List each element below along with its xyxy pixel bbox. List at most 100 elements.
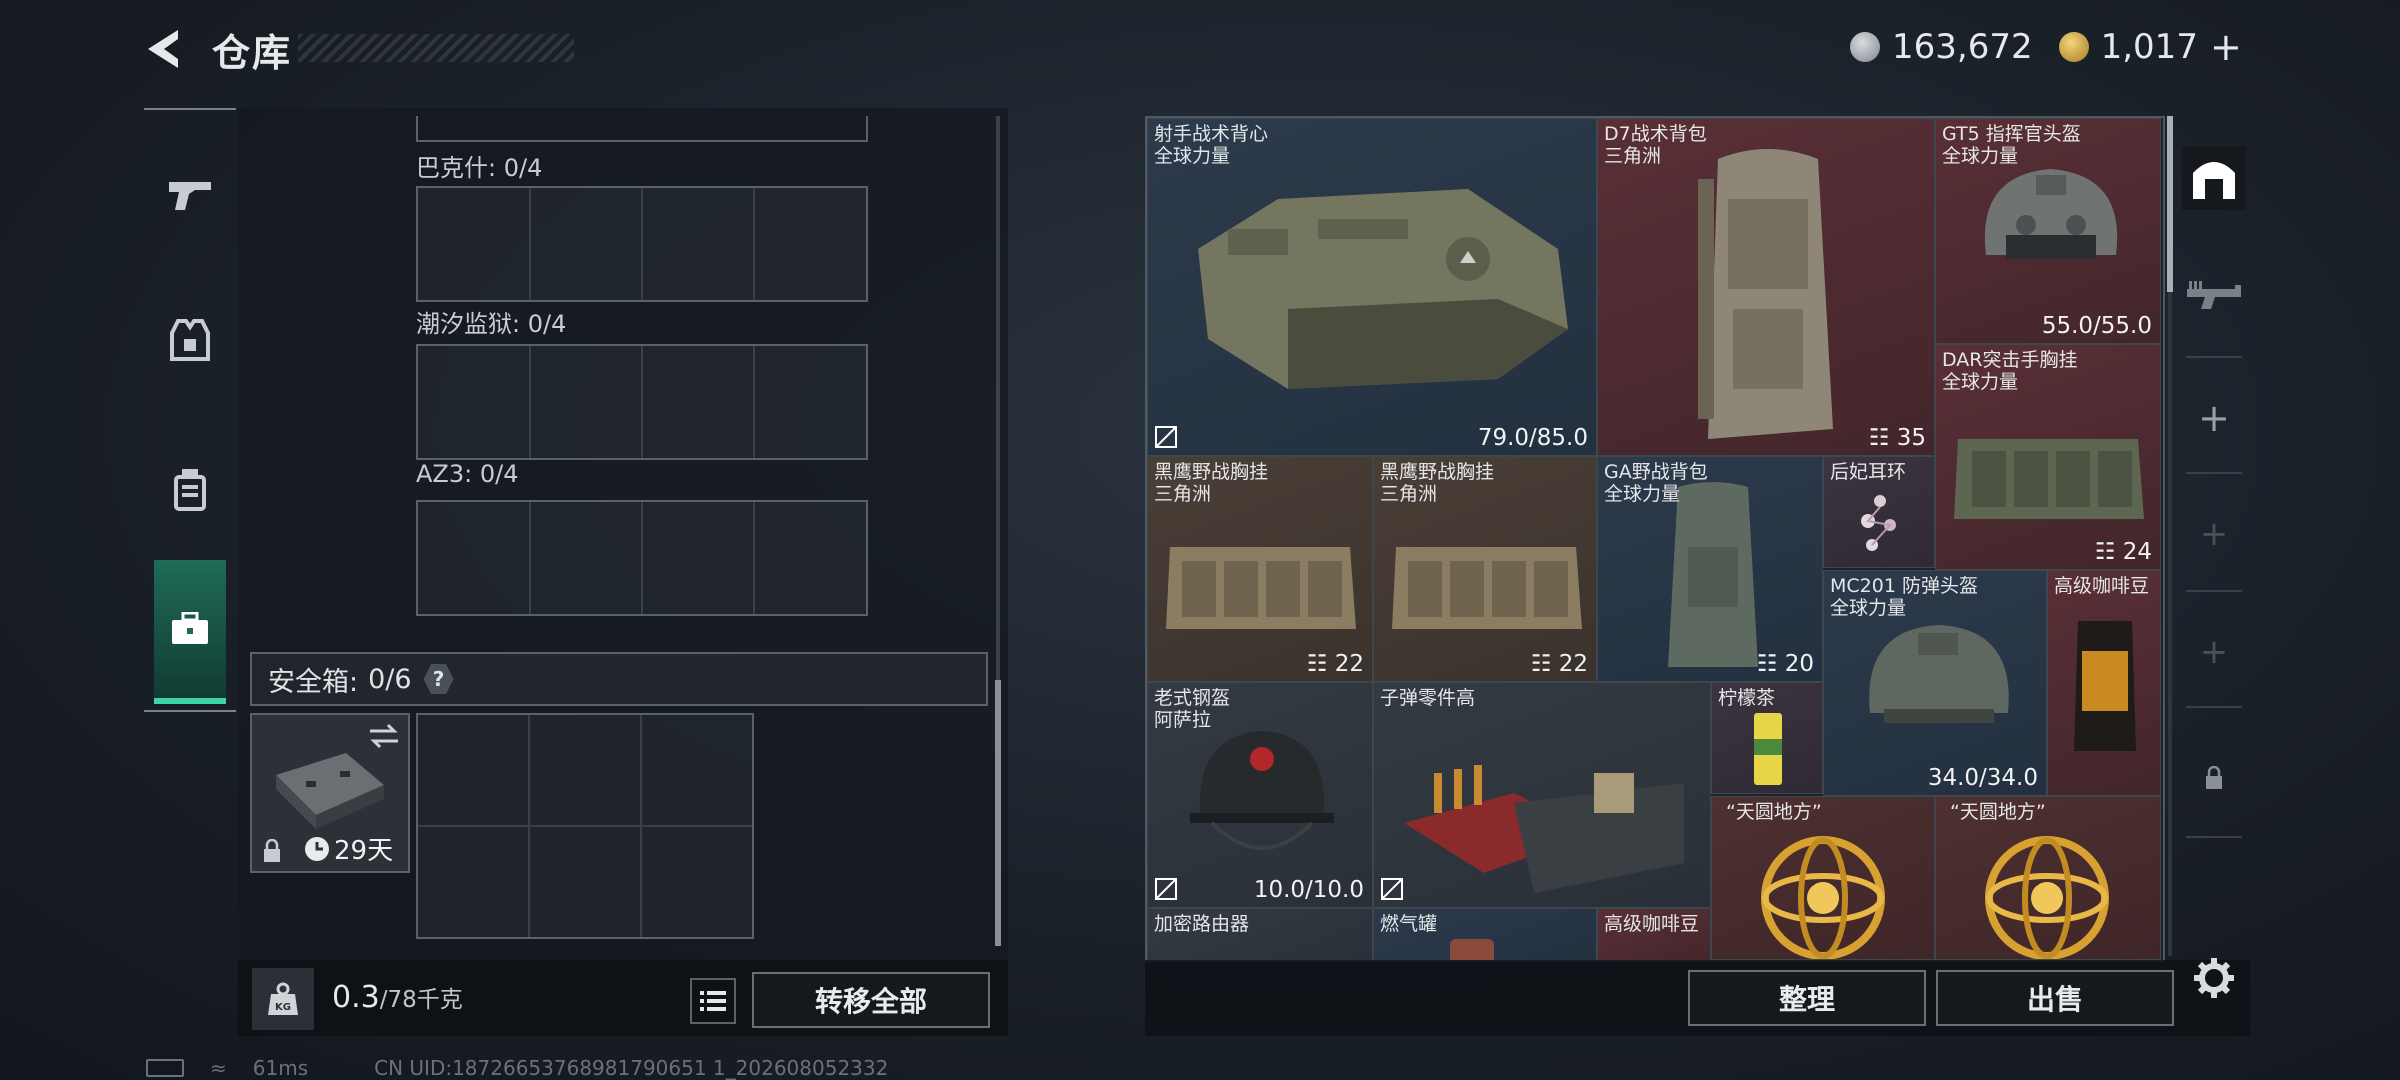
tab-gear[interactable] <box>154 276 226 406</box>
item-durability: 34.0/34.0 <box>1927 765 2038 791</box>
transfer-all-button[interactable]: 转移全部 <box>752 972 990 1028</box>
lock-icon <box>2206 766 2222 789</box>
weight-badge: KG <box>252 968 314 1030</box>
slot-divider <box>2186 706 2242 708</box>
inventory-item[interactable]: GT5 指挥官头盔 全球力量 55.0/55.0 <box>1935 118 2161 344</box>
safe-box-header: 安全箱: 0/6 ? <box>250 652 988 706</box>
weight-capacity: /78千克 <box>379 987 463 1013</box>
inventory-item[interactable]: 高级咖啡豆 <box>2047 570 2161 796</box>
canister-icon <box>174 469 206 511</box>
back-arrow-icon <box>148 30 178 68</box>
inventory-item[interactable]: 燃气罐 <box>1373 908 1597 960</box>
box-label-bakesh: 巴克什: 0/4 <box>416 154 543 182</box>
page-title: 仓库 <box>212 31 293 75</box>
inventory-item[interactable]: 黑鹰野战胸挂 三角洲 ☷ 22 <box>1373 456 1597 682</box>
item-name: DAR突击手胸挂 全球力量 <box>1942 349 2078 393</box>
back-button[interactable] <box>142 26 188 72</box>
silver-coin-icon <box>1850 32 1880 62</box>
container-slot-weapon[interactable] <box>2182 264 2246 328</box>
sell-button[interactable]: 出售 <box>1936 970 2174 1026</box>
help-button[interactable]: ? <box>423 664 454 694</box>
inventory-item[interactable]: GA野战背包 全球力量 ☷ 20 <box>1597 456 1823 682</box>
item-name: 加密路由器 <box>1154 913 1250 935</box>
add-slot-button-disabled: + <box>2199 514 2229 554</box>
uid-text: CN UID:18726653768981790651 1_2026080523… <box>374 1056 889 1080</box>
box-label-tide-prison: 潮汐监狱: 0/4 <box>416 310 567 338</box>
slot-divider <box>2186 472 2242 474</box>
no-insure-icon <box>1381 878 1403 900</box>
tab-safe-box[interactable] <box>154 560 226 704</box>
inventory-item[interactable]: DAR突击手胸挂 全球力量 ☷ 24 <box>1935 344 2161 570</box>
inventory-item[interactable]: 加密路由器 <box>1147 908 1373 960</box>
item-name: 高级咖啡豆 <box>1604 913 1700 935</box>
item-name: D7战术背包 三角洲 <box>1604 123 1707 167</box>
helmet-image <box>1869 625 2009 723</box>
armillary-sphere-image <box>1761 836 1885 959</box>
weight-readout: 0.3/78千克 <box>332 980 463 1015</box>
box-grid-az3[interactable] <box>416 500 868 616</box>
steel-helmet-image <box>1190 731 1334 850</box>
item-name: 黑鹰野战胸挂 三角洲 <box>1380 461 1495 505</box>
duffel-backpack-image <box>1668 482 1758 667</box>
item-name: 燃气罐 <box>1380 913 1438 935</box>
inventory-item[interactable]: “天圆地方” <box>1711 796 1935 960</box>
item-count: ☷ 24 <box>2094 539 2152 565</box>
house-safe-icon <box>2193 162 2235 199</box>
item-durability: 10.0/10.0 <box>1253 877 1364 903</box>
settings-button[interactable] <box>2182 946 2246 1010</box>
item-name: 后妃耳环 <box>1830 461 1907 483</box>
sidebar-bottom-divider <box>144 710 236 712</box>
safe-timer-text: 29天 <box>334 836 394 866</box>
safe-box-grid[interactable] <box>416 713 754 939</box>
inventory-item[interactable]: 黑鹰野战胸挂 三角洲 ☷ 22 <box>1147 456 1373 682</box>
inventory-item[interactable]: “天圆地方” <box>1935 796 2161 960</box>
inventory-item[interactable]: 后妃耳环 <box>1823 456 1935 568</box>
chest-rig-image <box>1954 439 2144 519</box>
currency-bar: 163,672 1,017 + <box>1850 24 2270 70</box>
lemon-tea-image <box>1754 713 1782 785</box>
inventory-item[interactable]: 射手战术背心 全球力量 79.0/85.0 <box>1147 118 1597 456</box>
inventory-item[interactable]: 柠檬茶 <box>1711 682 1823 794</box>
grid-line <box>418 825 752 827</box>
inventory-item[interactable]: 老式钢盔 阿萨拉 10.0/10.0 <box>1147 682 1373 908</box>
add-slot-button[interactable]: + <box>2182 386 2246 450</box>
safe-box-item[interactable]: 29天 <box>250 713 410 873</box>
item-name: GT5 指挥官头盔 全球力量 <box>1942 123 2081 167</box>
no-insure-icon <box>1155 878 1177 900</box>
item-name: 子弹零件高 <box>1380 687 1476 709</box>
stash-scrollbar-thumb[interactable] <box>995 680 1001 946</box>
add-currency-button[interactable]: + <box>2210 25 2242 69</box>
inventory-item[interactable]: D7战术背包 三角洲 ☷ 35 <box>1597 118 1935 456</box>
box-grid-tide-prison[interactable] <box>416 344 868 460</box>
sidebar-top-divider <box>144 108 236 110</box>
item-name: “天圆地方” <box>1950 801 2046 823</box>
box-grid-bakesh[interactable] <box>416 186 868 302</box>
battery-icon <box>146 1059 184 1077</box>
backpack-image <box>1698 149 1833 439</box>
item-name: 老式钢盔 阿萨拉 <box>1154 687 1231 731</box>
tab-consumables[interactable] <box>154 424 226 554</box>
gear-icon <box>2194 958 2234 998</box>
chest-rig-image <box>1166 547 1356 629</box>
weight-icon: KG <box>268 982 298 1015</box>
gas-tank-image <box>1450 939 1494 960</box>
inventory-item[interactable]: MC201 防弹头盔 全球力量 34.0/34.0 <box>1823 570 2047 796</box>
sort-button[interactable]: 整理 <box>1688 970 1926 1026</box>
inventory-grid: 射手战术背心 全球力量 79.0/85.0 D7战术背包 三角洲 ☷ 35 GT5 … <box>1145 116 2165 962</box>
swap-icon[interactable] <box>368 723 400 749</box>
clock-icon <box>305 836 329 861</box>
slot-divider <box>2186 836 2242 838</box>
tactical-vest-image <box>1198 189 1568 389</box>
item-name: 射手战术背心 全球力量 <box>1154 123 1269 167</box>
tab-weapons[interactable] <box>154 130 226 260</box>
pistol-icon <box>169 182 211 210</box>
inventory-item[interactable]: 子弹零件高 <box>1373 682 1711 908</box>
locked-slot <box>2182 746 2246 810</box>
box-grid-partial[interactable] <box>416 116 868 142</box>
item-count: ☷ 35 <box>1868 425 1926 451</box>
container-slot-active[interactable] <box>2182 146 2246 210</box>
briefcase-icon <box>172 612 208 644</box>
inventory-scrollbar-thumb[interactable] <box>2167 116 2173 292</box>
inventory-item[interactable]: 高级咖啡豆 <box>1597 908 1711 960</box>
list-view-button[interactable] <box>690 978 736 1024</box>
